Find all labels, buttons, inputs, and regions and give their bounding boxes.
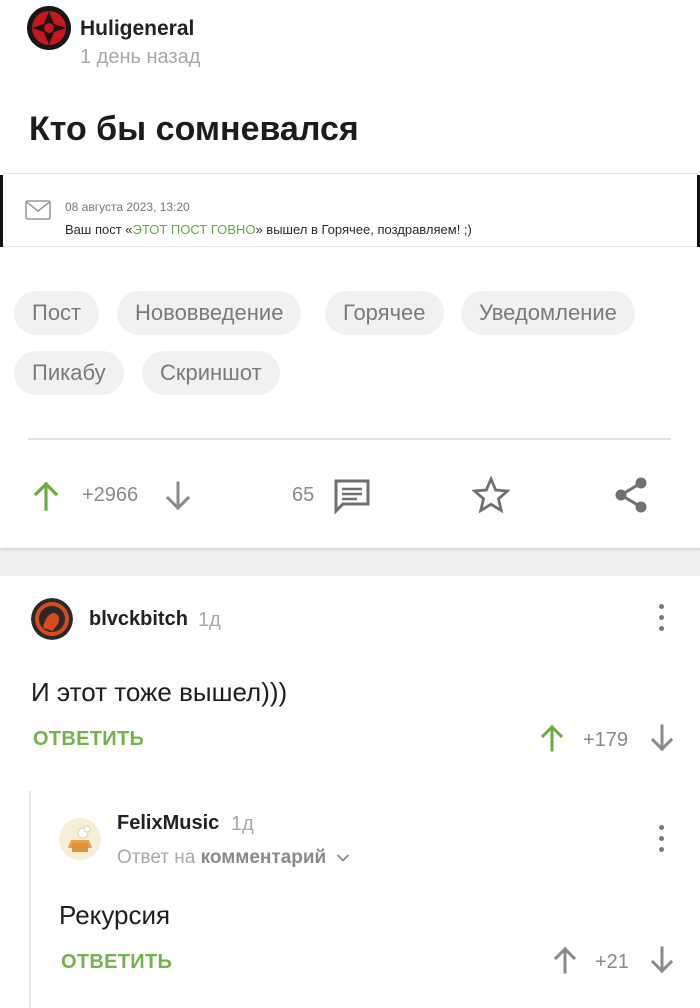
tag-chip[interactable]: Нововведение	[117, 291, 302, 335]
tag-chip[interactable]: Скриншот	[142, 351, 280, 395]
author-avatar-image	[27, 6, 71, 50]
kebab-dot	[659, 847, 664, 852]
upvote-arrow-icon[interactable]	[554, 946, 576, 974]
chevron-down-icon	[336, 854, 349, 862]
comment-rating: +179	[583, 729, 629, 751]
notification-date: 08 августа 2023, 13:20	[65, 200, 190, 214]
reply-to-prefix: Ответ на	[117, 847, 196, 868]
screenshot-top-line	[3, 173, 697, 174]
reply-button[interactable]: ОТВЕТИТЬ	[33, 728, 144, 751]
reply-to-target: комментарий	[200, 847, 327, 868]
kebab-dot	[659, 836, 664, 841]
more-vertical-icon[interactable]	[659, 825, 665, 858]
reply-thread-line	[29, 791, 31, 1008]
share-icon[interactable]	[612, 475, 652, 515]
tag-chip[interactable]: Пикабу	[14, 351, 124, 395]
comment-author-name[interactable]: FelixMusic	[117, 812, 219, 835]
star-icon[interactable]	[472, 476, 510, 514]
tag-chip[interactable]: Пост	[14, 291, 100, 335]
notification-text-after: » вышел в Горячее, поздравляем! ;)	[255, 222, 472, 237]
upvote-arrow-icon[interactable]	[541, 724, 563, 752]
post-action-bar: +2966 65	[0, 470, 700, 520]
downvote-arrow-icon[interactable]	[651, 946, 673, 974]
comment-author-name[interactable]: blvckbitch	[89, 608, 188, 631]
comments-section: blvckbitch 1д И этот тоже вышел))) ОТВЕТ…	[0, 576, 700, 1008]
more-vertical-icon[interactable]	[659, 604, 665, 637]
comment-timestamp: 1д	[231, 813, 254, 835]
comments-count: 65	[292, 484, 315, 506]
notification-text-before: Ваш пост «	[65, 222, 133, 237]
kebab-dot	[659, 825, 664, 830]
screenshot-border-left	[0, 175, 3, 247]
commenter-avatar[interactable]	[31, 598, 73, 640]
tag-chip[interactable]: Уведомление	[461, 291, 635, 335]
upvote-arrow-icon[interactable]	[34, 481, 58, 511]
reply-to-indicator[interactable]: Ответ на комментарий	[117, 847, 350, 869]
comment-icon[interactable]	[333, 478, 371, 514]
comment-text: И этот тоже вышел)))	[31, 677, 288, 707]
comment-timestamp: 1д	[198, 609, 221, 631]
comment-text: Рекурсия	[59, 900, 171, 930]
commenter-avatar[interactable]	[59, 818, 101, 860]
post-author-name[interactable]: Huligeneral	[80, 17, 194, 41]
downvote-arrow-icon[interactable]	[166, 481, 190, 511]
post-card: Huligeneral 1 день назад Кто бы сомневал…	[0, 0, 700, 548]
commenter-avatar-image	[59, 818, 101, 860]
comment-rating: +21	[595, 951, 629, 973]
kebab-dot	[659, 626, 664, 631]
mail-icon	[25, 200, 51, 220]
author-avatar[interactable]	[27, 6, 71, 50]
notification-post-link: ЭТОТ ПОСТ ГОВНО	[132, 222, 256, 237]
notification-message: Ваш пост «ЭТОТ ПОСТ ГОВНО» вышел в Горяч…	[65, 222, 472, 237]
post-screenshot-image[interactable]: 08 августа 2023, 13:20 Ваш пост «ЭТОТ ПО…	[0, 173, 700, 247]
commenter-avatar-image	[31, 598, 73, 640]
post-divider	[28, 438, 671, 440]
post-title[interactable]: Кто бы сомневался	[29, 110, 359, 149]
post-rating: +2966	[82, 484, 139, 506]
tag-chip[interactable]: Горячее	[325, 291, 444, 335]
kebab-dot	[659, 615, 664, 620]
downvote-arrow-icon[interactable]	[651, 724, 673, 752]
reply-button[interactable]: ОТВЕТИТЬ	[61, 951, 172, 974]
kebab-dot	[659, 604, 664, 609]
screenshot-bottom-line	[3, 246, 697, 247]
post-timestamp: 1 день назад	[80, 46, 201, 68]
